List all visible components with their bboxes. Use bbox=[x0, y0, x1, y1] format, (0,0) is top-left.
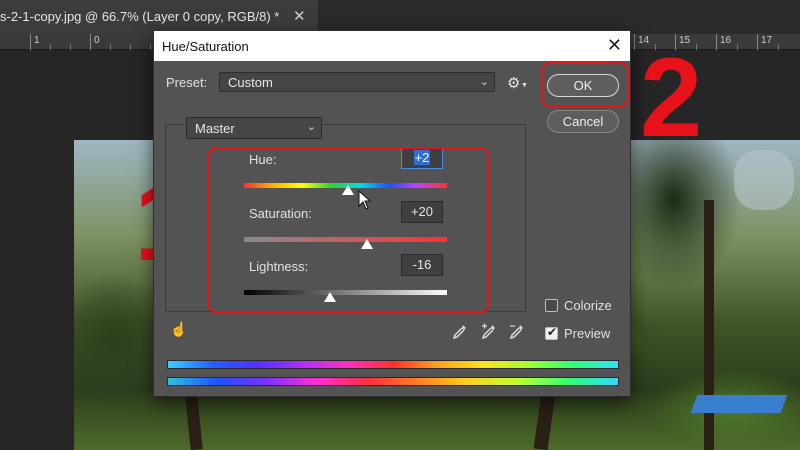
ruler-label: 17 bbox=[761, 35, 773, 46]
ruler-tick bbox=[70, 44, 71, 50]
dialog-title: Hue/Saturation bbox=[162, 39, 249, 54]
ok-button[interactable]: OK bbox=[547, 74, 619, 97]
ruler-tick bbox=[634, 34, 635, 50]
chevron-down-icon: ⌄ bbox=[306, 121, 316, 133]
preset-value: Custom bbox=[228, 75, 273, 90]
eyedropper-minus-icon[interactable] bbox=[509, 323, 525, 339]
preset-dropdown[interactable]: Custom ⌄ bbox=[219, 72, 495, 92]
sliders-highlight-frame bbox=[208, 147, 489, 313]
dialog-titlebar[interactable]: Hue/Saturation ✕ bbox=[154, 31, 630, 61]
eyedropper-plus-icon[interactable] bbox=[481, 323, 497, 339]
checkmark-icon: ✔ bbox=[547, 325, 558, 339]
ruler-tick bbox=[50, 44, 51, 50]
ruler-label: 16 bbox=[720, 35, 732, 46]
input-color-bar bbox=[167, 360, 619, 369]
ruler-label: 1 bbox=[34, 35, 40, 46]
preset-label: Preset: bbox=[166, 75, 208, 90]
photoshop-workspace: s-2-1-copy.jpg @ 66.7% (Layer 0 copy, RG… bbox=[0, 0, 800, 450]
photo-blue-awning bbox=[690, 395, 788, 413]
ruler-tick bbox=[757, 34, 758, 50]
close-icon[interactable]: ✕ bbox=[293, 7, 306, 25]
output-color-bar bbox=[167, 377, 619, 386]
colorize-label: Colorize bbox=[564, 298, 612, 313]
hand-pointer-icon[interactable]: ☝ bbox=[170, 321, 187, 338]
document-tab[interactable]: s-2-1-copy.jpg @ 66.7% (Layer 0 copy, RG… bbox=[0, 0, 318, 34]
hue-saturation-dialog: Hue/Saturation ✕ Preset: Custom ⌄ ⚙ ▼ Ma… bbox=[153, 30, 631, 397]
channel-dropdown[interactable]: Master ⌄ bbox=[186, 117, 322, 139]
gear-icon[interactable]: ⚙ bbox=[507, 74, 520, 92]
ruler-tick bbox=[90, 34, 91, 50]
eyedropper-icon[interactable] bbox=[452, 323, 468, 339]
caret-down-icon[interactable]: ▼ bbox=[521, 82, 528, 89]
ruler-label: 0 bbox=[94, 35, 100, 46]
annotation-step-2: 2 bbox=[640, 35, 703, 160]
document-tab-title: s-2-1-copy.jpg @ 66.7% (Layer 0 copy, RG… bbox=[0, 9, 280, 24]
document-tab-bar: s-2-1-copy.jpg @ 66.7% (Layer 0 copy, RG… bbox=[0, 0, 800, 34]
colorize-checkbox[interactable] bbox=[545, 299, 558, 312]
ruler-tick bbox=[130, 44, 131, 50]
ruler-tick bbox=[150, 44, 151, 50]
close-icon[interactable]: ✕ bbox=[607, 35, 622, 56]
cancel-button[interactable]: Cancel bbox=[547, 110, 619, 133]
ruler-tick bbox=[737, 44, 738, 50]
ruler-tick bbox=[110, 44, 111, 50]
preview-label: Preview bbox=[564, 326, 611, 341]
ruler-tick bbox=[778, 44, 779, 50]
chevron-down-icon: ⌄ bbox=[479, 76, 489, 88]
ruler-tick bbox=[716, 34, 717, 50]
photo-sky bbox=[734, 150, 794, 210]
preview-checkbox[interactable]: ✔ bbox=[545, 325, 558, 340]
channel-value: Master bbox=[195, 121, 235, 136]
ruler-tick bbox=[30, 34, 31, 50]
